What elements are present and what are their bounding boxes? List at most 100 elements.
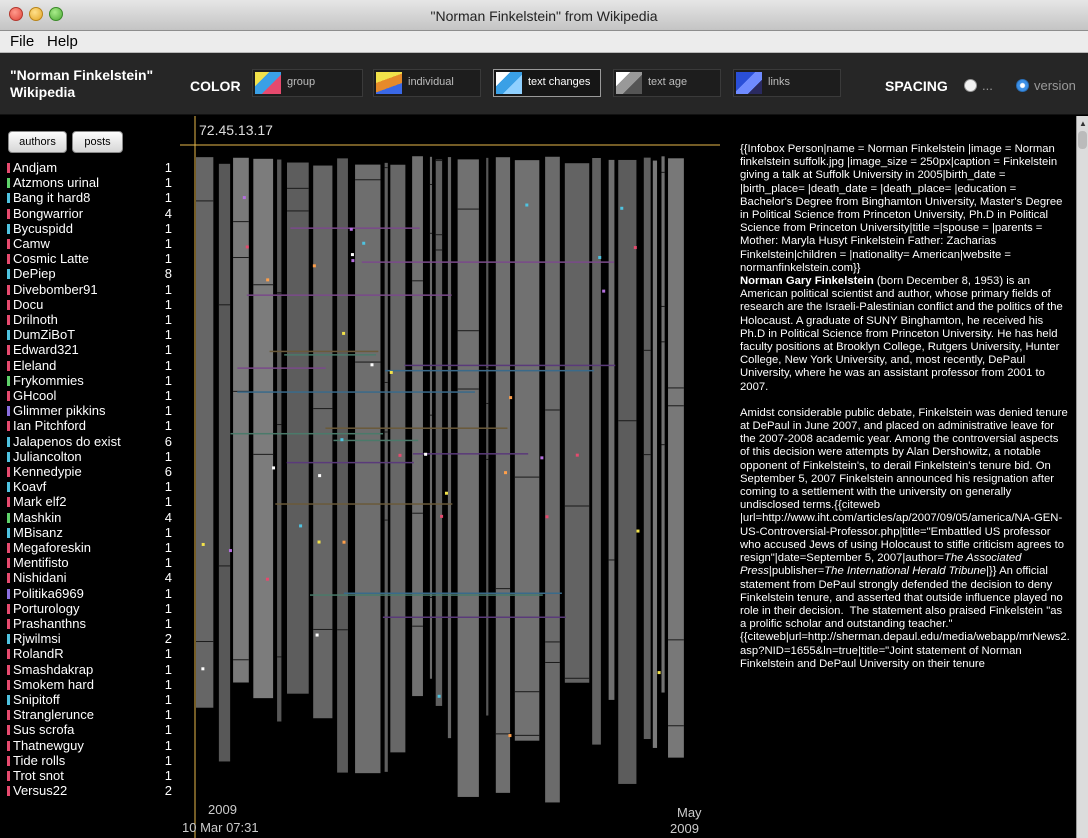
color-mode-text-age[interactable]: text age [613, 69, 721, 97]
edit-highlight-dot [299, 524, 303, 528]
color-mode-links[interactable]: links [733, 69, 841, 97]
author-name: Camw [13, 236, 50, 251]
scroll-thumb[interactable] [1078, 131, 1087, 149]
text-panel-scrollbar[interactable]: ▲ [1076, 116, 1088, 838]
hover-author-ip: 72.45.13.17 [199, 122, 273, 138]
edit-highlight-dot [398, 453, 402, 457]
menu-file[interactable]: File [10, 33, 34, 50]
author-row[interactable]: Mentifisto 1 [0, 555, 180, 570]
scroll-up-icon[interactable]: ▲ [1079, 119, 1087, 128]
author-row[interactable]: Megaforeskin 1 [0, 540, 180, 555]
revision-column [486, 157, 489, 716]
edit-highlight-dot [370, 363, 374, 367]
text-segment-line [233, 257, 249, 259]
text-segment-line [514, 691, 540, 693]
author-row[interactable]: Jalapenos do exist 6 [0, 434, 180, 449]
author-row[interactable]: Snipitoff 1 [0, 692, 180, 707]
toolbar: "Norman Finkelstein" Wikipedia COLOR gro… [0, 53, 1088, 115]
color-mode-group[interactable]: group [252, 69, 363, 97]
author-row[interactable]: Tide rolls 1 [0, 753, 180, 768]
author-row[interactable]: Bongwarrior 4 [0, 206, 180, 221]
author-color-marker [7, 360, 10, 371]
author-row[interactable]: Mashkin 4 [0, 510, 180, 525]
author-name: Frykommies [13, 372, 84, 388]
author-row[interactable]: Atzmons urinal 1 [0, 175, 180, 190]
revision-text-panel[interactable]: {{Infobox Person|name = Norman Finkelste… [735, 116, 1076, 838]
revision-column [384, 162, 388, 772]
author-row[interactable]: GHcool 1 [0, 388, 180, 403]
text-change-streak [275, 503, 453, 505]
author-row[interactable]: Drilnoth 1 [0, 312, 180, 327]
text-segment-line [564, 677, 590, 679]
author-color-marker [7, 163, 10, 173]
author-name: Politika6969 [13, 585, 84, 601]
author-row[interactable]: Andjam 1 [0, 160, 180, 175]
author-row[interactable]: MBisanz 1 [0, 525, 180, 540]
author-row[interactable]: Bycuspidd 1 [0, 221, 180, 236]
revision-column [429, 156, 433, 679]
author-row[interactable]: Smokem hard 1 [0, 677, 180, 692]
article-title-source: Wikipedia [10, 84, 76, 100]
author-edit-count: 1 [164, 372, 172, 388]
color-mode-text-changes[interactable]: text changes [493, 69, 601, 97]
edit-highlight-dot [575, 453, 579, 457]
author-row[interactable]: Versus22 2 [0, 783, 180, 798]
author-row[interactable]: Smashdakrap 1 [0, 662, 180, 677]
author-row[interactable]: Divebomber91 1 [0, 282, 180, 297]
spacing-label: SPACING [885, 78, 948, 94]
author-row[interactable]: Porturology 1 [0, 601, 180, 616]
color-mode-individual[interactable]: individual [373, 69, 481, 97]
history-flow-canvas[interactable] [180, 116, 735, 838]
menu-help[interactable]: Help [47, 33, 78, 50]
author-row[interactable]: DumZiBoT 1 [0, 327, 180, 342]
author-row[interactable]: Glimmer pikkins 1 [0, 403, 180, 418]
author-row[interactable]: Bang it hard8 1 [0, 190, 180, 205]
text-change-streak [385, 369, 594, 372]
author-row[interactable]: Koavf 1 [0, 479, 180, 494]
article-title-name: "Norman Finkelstein" [10, 67, 154, 83]
author-color-marker [7, 771, 10, 781]
authors-tab[interactable]: authors [8, 131, 67, 153]
author-color-marker [7, 558, 10, 569]
posts-tab[interactable]: posts [72, 131, 123, 153]
author-row[interactable]: Mark elf2 1 [0, 494, 180, 509]
author-row[interactable]: Kennedypie 6 [0, 464, 180, 479]
author-row[interactable]: Sus scrofa 1 [0, 722, 180, 737]
revision-column [412, 156, 423, 697]
author-name: Porturology [13, 600, 80, 616]
spacing-version-radio[interactable] [1016, 79, 1029, 92]
author-row[interactable]: Ian Pitchford 1 [0, 418, 180, 433]
revision-column [592, 158, 601, 745]
author-row[interactable]: RolandR 1 [0, 646, 180, 661]
author-row[interactable]: Nishidani 4 [0, 570, 180, 585]
edit-highlight-dot [265, 577, 269, 581]
author-row[interactable]: Camw 1 [0, 236, 180, 251]
author-row[interactable]: Edward321 1 [0, 342, 180, 357]
history-flow-visualization[interactable]: 72.45.13.17 2009 10 Mar 07:31 May 2009 [180, 116, 735, 838]
author-row[interactable]: Trot snot 1 [0, 768, 180, 783]
author-row[interactable]: Frykommies 1 [0, 373, 180, 388]
author-row[interactable]: Cosmic Latte 1 [0, 251, 180, 266]
article-title: "Norman Finkelstein" Wikipedia [10, 67, 180, 101]
text-segment-line [545, 641, 560, 643]
spacing-time-radio[interactable] [964, 79, 977, 92]
text-segment-line [277, 424, 282, 426]
author-row[interactable]: Prashanthns 1 [0, 616, 180, 631]
text-segment-line [429, 183, 433, 185]
author-row[interactable]: Rjwilmsi 2 [0, 631, 180, 646]
text-segment-line [429, 596, 433, 598]
author-row[interactable]: DePiep 8 [0, 266, 180, 281]
author-row[interactable]: Docu 1 [0, 297, 180, 312]
edit-highlight-dot [315, 633, 319, 637]
text-segment-line [384, 519, 388, 521]
color-mode-text-age-label: text age [648, 76, 688, 88]
intro-paragraph: Norman Gary Finkelstein (born December 8… [740, 275, 1070, 394]
author-row[interactable]: Stranglerunce 1 [0, 707, 180, 722]
text-segment-line [495, 588, 511, 590]
author-row[interactable]: Politika6969 1 [0, 586, 180, 601]
author-row[interactable]: Thatnewguy 1 [0, 738, 180, 753]
author-row[interactable]: Eleland 1 [0, 358, 180, 373]
author-edit-count: 1 [164, 737, 172, 753]
author-row[interactable]: Juliancolton 1 [0, 449, 180, 464]
author-edit-count: 4 [164, 509, 172, 525]
